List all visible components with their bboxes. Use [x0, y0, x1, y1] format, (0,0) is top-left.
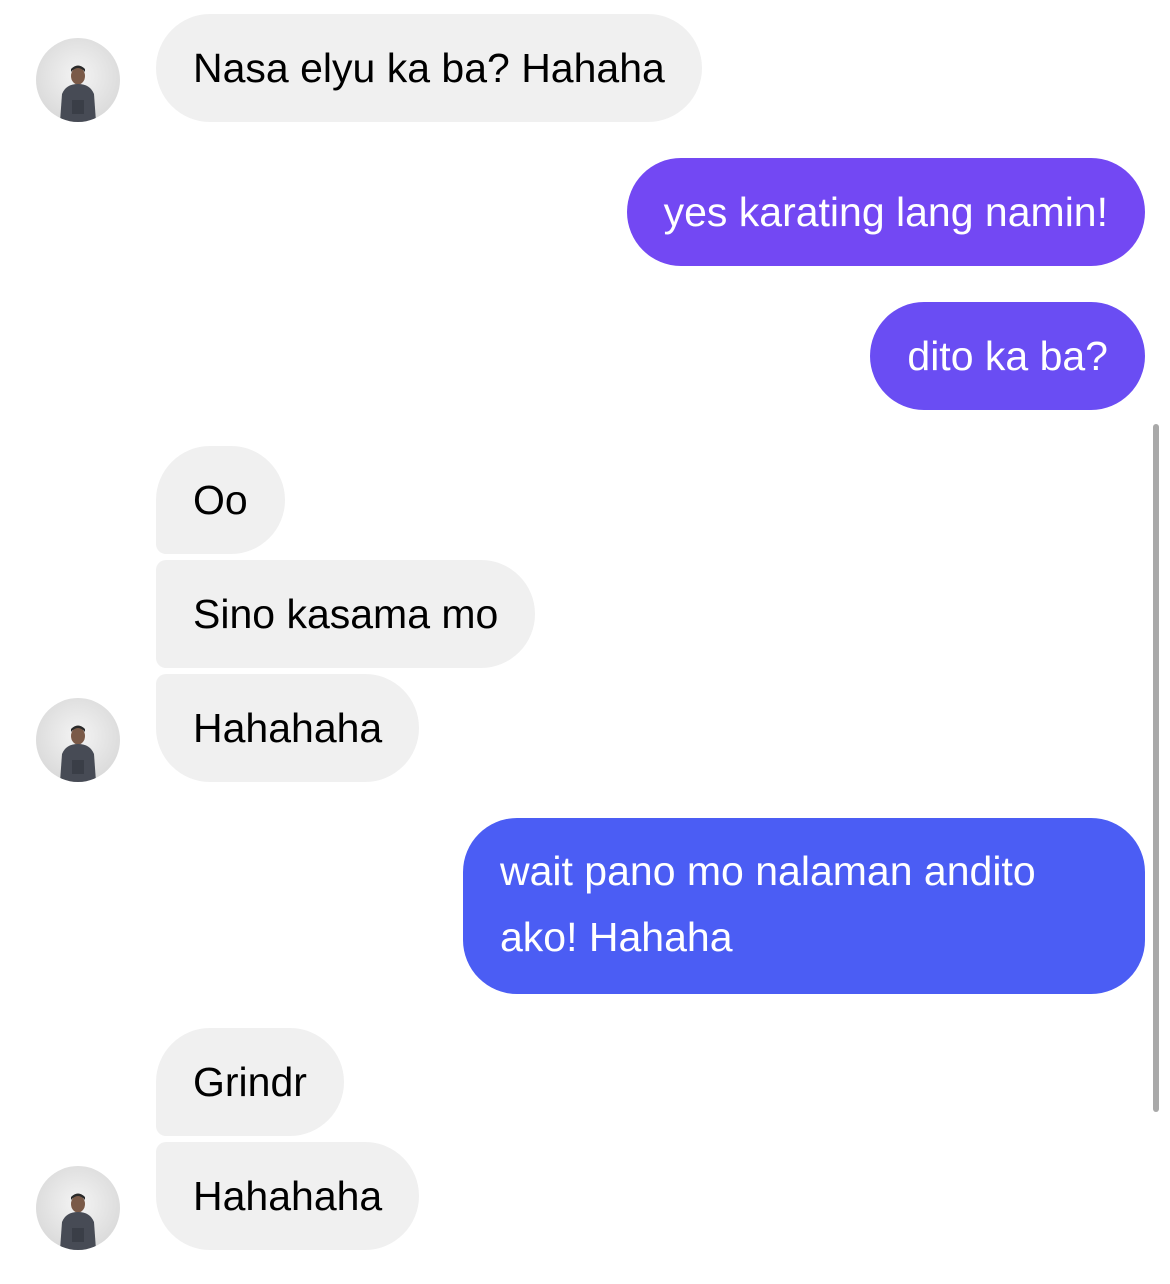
person-photo-icon — [60, 65, 96, 122]
message-incoming[interactable]: Sino kasama mo — [156, 560, 536, 668]
message-outgoing[interactable]: yes karating lang namin! — [626, 158, 1145, 266]
message-text: Grindr — [193, 1059, 307, 1105]
contact-avatar[interactable] — [36, 38, 120, 122]
message-text: Oo — [193, 477, 248, 523]
chat-thread[interactable]: Nasa elyu ka ba? Hahaha yes karating lan… — [0, 0, 1170, 1284]
contact-avatar[interactable] — [36, 698, 120, 782]
message-text: Nasa elyu ka ba? Hahaha — [193, 45, 665, 91]
message-outgoing[interactable]: wait pano mo nalaman andito ako! Hahaha — [463, 818, 1145, 994]
message-incoming[interactable]: Hahahaha — [156, 674, 420, 782]
message-text: wait pano mo nalaman andito ako! Hahaha — [500, 848, 1036, 960]
message-outgoing[interactable]: dito ka ba? — [870, 302, 1145, 410]
message-incoming[interactable]: Grindr — [156, 1028, 344, 1136]
scrollbar-thumb[interactable] — [1153, 424, 1159, 1112]
message-incoming[interactable]: Hahahaha — [156, 1142, 420, 1250]
message-text: Sino kasama mo — [193, 591, 499, 637]
message-incoming[interactable]: Oo — [156, 446, 285, 554]
message-text: Hahahaha — [193, 705, 383, 751]
message-text: yes karating lang namin! — [663, 189, 1108, 235]
message-text: dito ka ba? — [907, 333, 1108, 379]
message-incoming[interactable]: Nasa elyu ka ba? Hahaha — [156, 14, 702, 122]
message-text: Hahahaha — [193, 1173, 383, 1219]
contact-avatar[interactable] — [36, 1166, 120, 1250]
person-photo-icon — [60, 725, 96, 782]
person-photo-icon — [60, 1193, 96, 1250]
